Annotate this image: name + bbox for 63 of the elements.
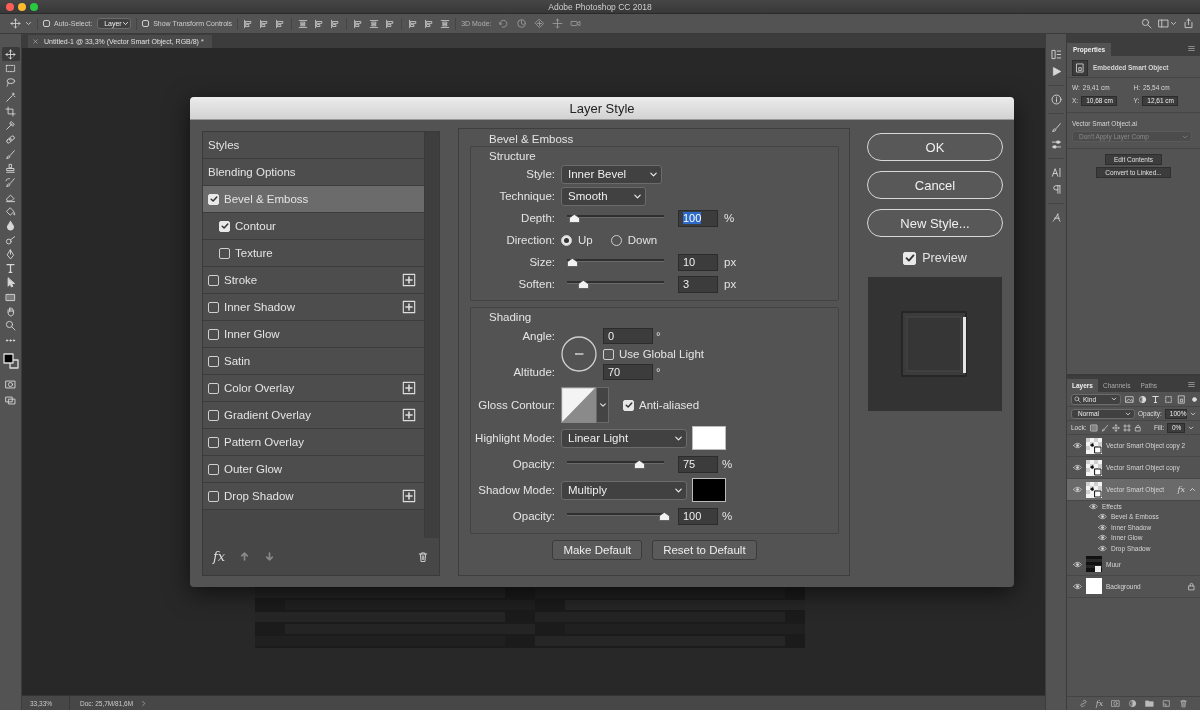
checkbox-label: Preview (922, 251, 967, 265)
field-label: Size: (528, 255, 556, 270)
style-item[interactable]: Blending Options (203, 159, 424, 186)
radio-label: Down (627, 234, 658, 246)
fx-button[interactable]: fx (1095, 699, 1104, 708)
style-item[interactable]: Bevel & Emboss (203, 186, 424, 213)
field-label: Style: (525, 167, 556, 182)
style-item[interactable]: Texture (203, 240, 424, 267)
group-title: Structure (488, 149, 537, 163)
unit-label: % (722, 458, 733, 470)
radio-label: Up (578, 234, 593, 246)
dropdown[interactable]: Multiply (561, 480, 687, 500)
reset-button[interactable]: Reset to Default (652, 540, 757, 560)
field-label: Gloss Contour: (477, 398, 556, 413)
field-label: Depth: (520, 211, 556, 226)
style-item[interactable]: Inner Shadow (203, 294, 424, 321)
style-item[interactable]: Inner Glow (203, 321, 424, 348)
field-label: Angle: (521, 329, 556, 344)
input-field[interactable]: 70 (603, 364, 653, 380)
window-title: Adobe Photoshop CC 2018 (547, 1, 653, 12)
unit-label: px (724, 278, 737, 290)
ok-button[interactable]: OK (867, 133, 1003, 161)
group-title: Shading (488, 310, 533, 324)
field-label: Shadow Mode: (477, 483, 556, 498)
unit-label: ° (656, 330, 661, 342)
input-field[interactable]: 10 (678, 253, 718, 271)
field-label: Highlight Mode: (474, 431, 556, 446)
field-label: Soften: (517, 277, 556, 292)
unit-label: % (724, 212, 735, 224)
fx-label: fx (1177, 485, 1185, 494)
checkbox-label: Use Global Light (619, 348, 705, 360)
style-item[interactable]: Color Overlay (203, 375, 424, 402)
field-label: Direction: (505, 233, 556, 248)
unit-label: ° (656, 366, 661, 378)
style-item[interactable]: Outer Glow (203, 456, 424, 483)
input-field[interactable]: 100 (678, 209, 718, 227)
new-style-button[interactable]: New Style... (867, 209, 1003, 237)
field-label: Technique: (498, 189, 556, 204)
dropdown[interactable]: Linear Light (561, 428, 687, 448)
field-label: Opacity: (511, 457, 556, 472)
field-label: Opacity: (511, 509, 556, 524)
cancel-button[interactable]: Cancel (867, 171, 1003, 199)
unit-label: % (722, 510, 733, 522)
input-field[interactable]: 3 (678, 275, 718, 293)
style-item[interactable]: Satin (203, 348, 424, 375)
input-field[interactable]: 0 (603, 328, 653, 344)
dialog-title: Layer Style (569, 100, 635, 116)
section-title: Bevel & Emboss (488, 132, 575, 146)
dropdown[interactable]: Inner Bevel (561, 164, 662, 184)
style-item[interactable]: Styles (203, 132, 424, 159)
checkbox-label: Anti-aliased (639, 399, 700, 411)
field-label: Altitude: (512, 365, 556, 380)
input-field[interactable]: 75 (678, 455, 718, 473)
make-default-button[interactable]: Make Default (552, 540, 643, 560)
style-item[interactable]: Stroke (203, 267, 424, 294)
fx-button[interactable]: fx (213, 549, 226, 564)
style-item[interactable]: Pattern Overlay (203, 429, 424, 456)
dropdown[interactable]: Smooth (561, 186, 646, 206)
style-item[interactable]: Gradient Overlay (203, 402, 424, 429)
input-field[interactable]: 100 (678, 507, 718, 525)
style-item[interactable]: Drop Shadow (203, 483, 424, 510)
unit-label: px (724, 256, 737, 268)
style-item[interactable]: Contour (203, 213, 424, 240)
